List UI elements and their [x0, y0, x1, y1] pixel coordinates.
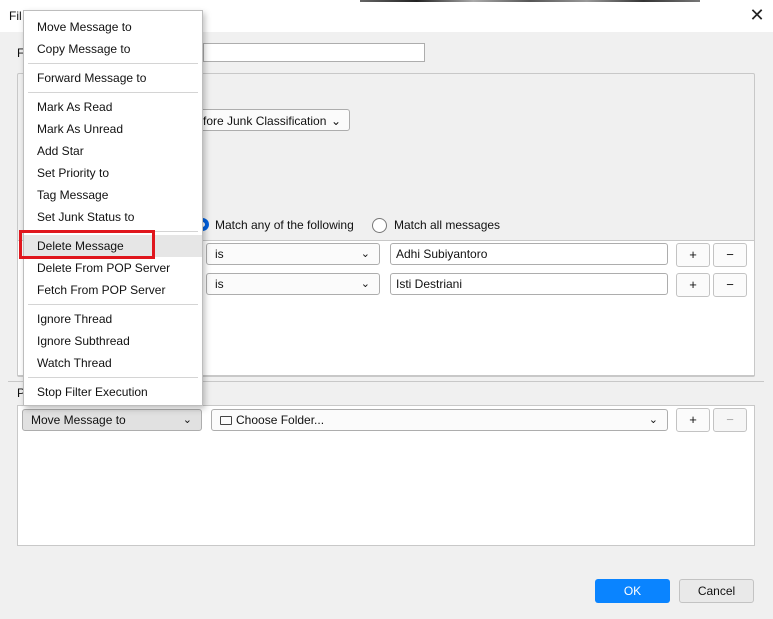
filter-name-input[interactable]: [203, 43, 425, 62]
junk-classification-label: fore Junk Classification: [203, 114, 327, 128]
chevron-down-icon: ⌄: [360, 248, 370, 260]
close-icon[interactable]: ✕: [748, 6, 766, 24]
menu-item-set-priority[interactable]: Set Priority to: [24, 162, 202, 184]
rule-operator-value: is: [215, 277, 224, 291]
delete-message-highlight: [19, 230, 155, 259]
rule-operator-select[interactable]: is ⌄: [206, 273, 380, 295]
menu-item-set-junk-status[interactable]: Set Junk Status to: [24, 206, 202, 228]
menu-separator: [28, 304, 198, 305]
menu-separator: [28, 63, 198, 64]
menu-item-tag-message[interactable]: Tag Message: [24, 184, 202, 206]
menu-separator: [28, 92, 198, 93]
menu-item-mark-as-unread[interactable]: Mark As Unread: [24, 118, 202, 140]
menu-item-ignore-thread[interactable]: Ignore Thread: [24, 308, 202, 330]
remove-rule-button[interactable]: −: [713, 243, 747, 267]
chevron-down-icon: ⌄: [648, 414, 658, 426]
choose-folder-value: Choose Folder...: [236, 413, 325, 427]
window-title: Fil: [9, 9, 22, 23]
match-all-radio[interactable]: [372, 218, 387, 233]
menu-separator: [28, 377, 198, 378]
match-all-label: Match all messages: [394, 218, 501, 232]
menu-item-forward-message[interactable]: Forward Message to: [24, 67, 202, 89]
remove-action-button[interactable]: −: [713, 408, 747, 432]
rule-value-input[interactable]: Isti Destriani: [390, 273, 668, 295]
menu-item-mark-as-read[interactable]: Mark As Read: [24, 96, 202, 118]
rule-operator-select[interactable]: is ⌄: [206, 243, 380, 265]
folder-icon: [220, 416, 232, 425]
rule-operator-value: is: [215, 247, 224, 261]
menu-item-add-star[interactable]: Add Star: [24, 140, 202, 162]
menu-item-watch-thread[interactable]: Watch Thread: [24, 352, 202, 374]
action-type-value: Move Message to: [31, 413, 126, 427]
rule-value-input[interactable]: Adhi Subiyantoro: [390, 243, 668, 265]
chevron-down-icon: ⌄: [182, 414, 192, 426]
background-window-strip: [360, 0, 700, 2]
menu-item-ignore-subthread[interactable]: Ignore Subthread: [24, 330, 202, 352]
chevron-down-icon: ⌄: [330, 114, 341, 128]
add-rule-button[interactable]: +: [676, 273, 710, 297]
cancel-button[interactable]: Cancel: [679, 579, 754, 603]
add-rule-button[interactable]: +: [676, 243, 710, 267]
junk-classification-dropdown[interactable]: fore Junk Classification ⌄: [186, 109, 350, 131]
action-type-select[interactable]: Move Message to ⌄: [22, 409, 202, 431]
menu-item-delete-from-pop[interactable]: Delete From POP Server: [24, 257, 202, 279]
action-dropdown-menu: Move Message to Copy Message to Forward …: [23, 10, 203, 406]
ok-button[interactable]: OK: [595, 579, 670, 603]
chevron-down-icon: ⌄: [360, 278, 370, 290]
menu-item-copy-message[interactable]: Copy Message to: [24, 38, 202, 60]
menu-item-fetch-from-pop[interactable]: Fetch From POP Server: [24, 279, 202, 301]
add-action-button[interactable]: +: [676, 408, 710, 432]
menu-item-stop-filter-execution[interactable]: Stop Filter Execution: [24, 381, 202, 403]
choose-folder-select[interactable]: Choose Folder... ⌄: [211, 409, 668, 431]
match-any-label: Match any of the following: [215, 218, 354, 232]
remove-rule-button[interactable]: −: [713, 273, 747, 297]
menu-item-move-message[interactable]: Move Message to: [24, 16, 202, 38]
